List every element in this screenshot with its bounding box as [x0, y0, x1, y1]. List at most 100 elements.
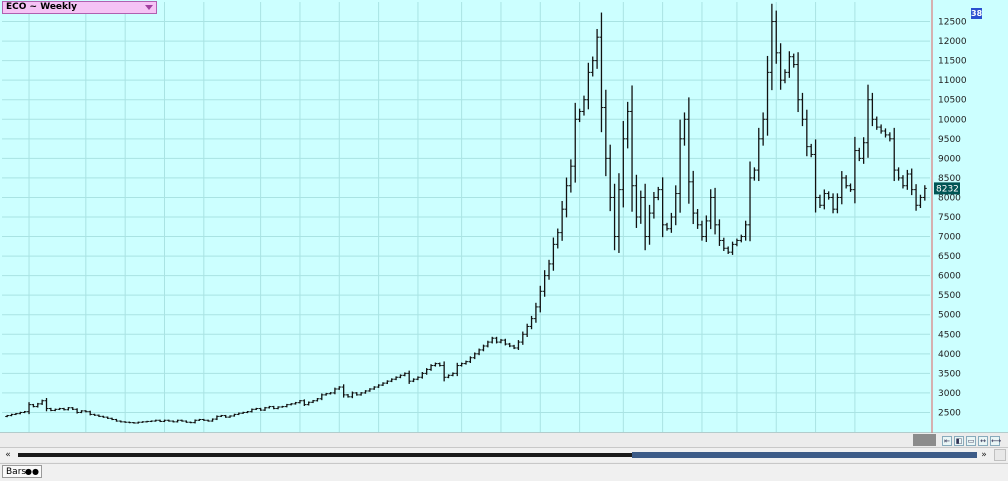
ohlc-bar	[429, 364, 434, 371]
ohlc-bar	[647, 204, 652, 245]
y-tick-label: 9500	[938, 135, 961, 145]
scroll-left-button[interactable]: «	[2, 449, 14, 461]
ohlc-bar	[861, 137, 866, 164]
ohlc-bar	[44, 397, 49, 412]
ohlc-bar	[149, 420, 154, 423]
ohlc-bar	[446, 374, 451, 379]
scroll-thumb[interactable]	[632, 452, 977, 458]
ohlc-bar	[490, 336, 495, 344]
ohlc-bar	[459, 362, 464, 367]
ohlc-bar	[699, 220, 704, 241]
ohlc-bar	[586, 62, 591, 110]
y-tick-label: 12500	[938, 18, 967, 28]
ohlc-bar	[319, 393, 324, 401]
nav-fit-button[interactable]: ⟷	[990, 436, 1001, 446]
ohlc-bar	[669, 212, 674, 233]
ohlc-bar	[782, 69, 787, 84]
ohlc-bar	[547, 259, 552, 280]
ohlc-bar	[175, 419, 180, 423]
ohlc-bar	[40, 399, 45, 405]
ohlc-bar	[599, 12, 604, 133]
ohlc-bar	[748, 161, 753, 242]
ohlc-bar	[887, 132, 892, 142]
ohlc-bar	[188, 421, 193, 424]
ohlc-bar	[315, 397, 320, 402]
scroll-right-button[interactable]: »	[978, 449, 990, 461]
ohlc-bar	[769, 3, 774, 91]
symbol-selector[interactable]: ECO ~ Weekly	[2, 1, 157, 14]
ohlc-bar	[665, 222, 670, 231]
horizontal-scrollbar[interactable]: « »	[0, 447, 1008, 462]
ohlc-bar	[96, 414, 101, 418]
ohlc-bar	[778, 43, 783, 90]
ohlc-bar	[284, 403, 289, 408]
nav-view-button[interactable]: ◧	[954, 436, 964, 446]
ohlc-bar	[5, 414, 10, 418]
ohlc-bar	[573, 102, 578, 183]
ohlc-bar	[341, 384, 346, 398]
y-axis: 2500 3000 3500 4000 4500 5000 5500 6000 6500 7000…	[938, 18, 967, 419]
ohlc-bar	[516, 340, 521, 351]
nav-window-button[interactable]: ▭	[966, 436, 976, 446]
ohlc-bar	[437, 362, 442, 367]
zoom-block[interactable]	[913, 434, 936, 446]
ohlc-bar	[765, 55, 770, 136]
last-price-label: 8232	[936, 184, 959, 194]
ohlc-bar	[276, 406, 281, 410]
ohlc-bar	[866, 84, 871, 158]
ohlc-bar	[756, 127, 761, 182]
ohlc-bar	[520, 331, 525, 345]
study-badge[interactable]: 38	[971, 8, 982, 19]
ohlc-bar	[695, 208, 700, 229]
ohlc-bar	[31, 403, 36, 408]
ohlc-bar	[380, 382, 385, 386]
ohlc-bar	[337, 386, 342, 390]
ohlc-bar	[804, 109, 809, 157]
ohlc-bar	[870, 92, 875, 127]
ohlc-bar	[909, 168, 914, 196]
ohlc-bar	[214, 415, 219, 421]
y-tick-label: 4500	[938, 330, 961, 340]
ohlc-bar	[656, 186, 661, 201]
ohlc-bar	[533, 302, 538, 323]
y-tick-label: 6000	[938, 272, 961, 282]
bars-tab-label: Bars	[6, 467, 27, 477]
status-bar: Bars ●●	[0, 463, 1008, 481]
ohlc-bar	[297, 399, 302, 404]
ohlc-bar	[682, 112, 687, 146]
ohlc-bar	[874, 116, 879, 130]
nav-zoom-button[interactable]: ↔	[978, 436, 988, 446]
ohlc-bar	[293, 401, 298, 405]
ohlc-bar	[367, 388, 372, 392]
ohlc-bar	[346, 394, 351, 398]
ohlc-bar	[258, 407, 263, 411]
scroll-end-box[interactable]	[994, 449, 1006, 461]
price-chart[interactable]: 2500 3000 3500 4000 4500 5000 5500 6000 6500 7000…	[0, 0, 1008, 447]
nav-start-button[interactable]: ⇤	[942, 436, 952, 446]
ohlc-bar	[560, 200, 565, 241]
ohlc-bar	[813, 139, 818, 213]
ohlc-bar	[407, 370, 412, 384]
ohlc-bar	[852, 136, 857, 204]
ohlc-bar	[590, 56, 595, 77]
ohlc-bar	[708, 189, 713, 230]
ohlc-bar	[839, 171, 844, 205]
chart-area[interactable]: 2500 3000 3500 4000 4500 5000 5500 6000 6500 7000…	[0, 0, 1008, 447]
symbol-label: ECO ~ Weekly	[6, 2, 77, 12]
ohlc-bar	[752, 167, 757, 181]
bars-tab[interactable]: Bars ●●	[2, 465, 42, 478]
ohlc-bar	[621, 121, 626, 208]
ohlc-bar	[761, 112, 766, 146]
ohlc-bar	[630, 85, 635, 212]
ohlc-bar	[568, 159, 573, 193]
ohlc-bar	[774, 10, 779, 64]
ohlc-bar	[848, 183, 853, 192]
ohlc-bar	[879, 124, 884, 134]
ohlc-bar	[743, 220, 748, 241]
ohlc-bar	[796, 52, 801, 113]
chevron-down-icon[interactable]	[145, 5, 153, 10]
y-tick-label: 7000	[938, 233, 961, 243]
ohlc-bar	[538, 285, 543, 313]
ohlc-bar	[289, 403, 294, 406]
ohlc-bar	[153, 419, 158, 422]
